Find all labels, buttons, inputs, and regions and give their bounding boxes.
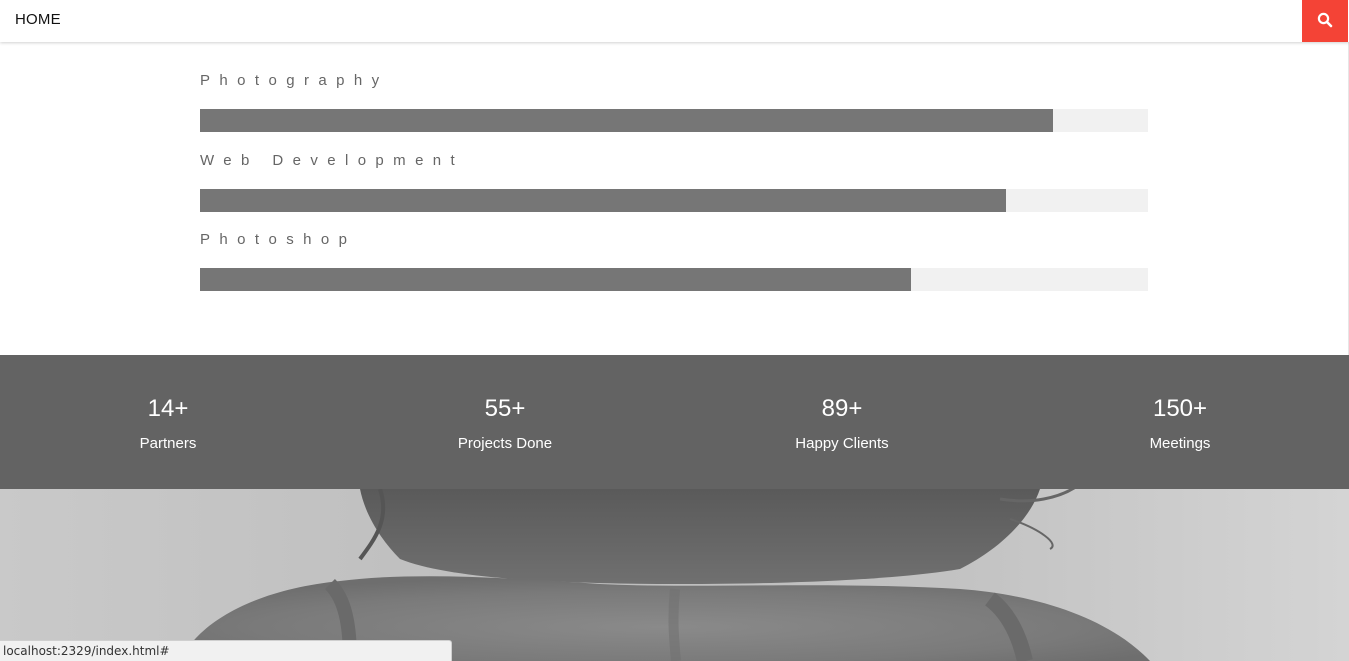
stat-label: Meetings [1149,435,1211,452]
top-navbar: HOME [0,0,1349,42]
browser-status-url: localhost:2329/index.html# [0,640,452,661]
skill-label: Photography [200,72,389,89]
nav-home-link[interactable]: HOME [15,11,61,28]
skill-label: Photoshop [200,231,357,248]
stat-number: 89+ [821,395,863,422]
skill-item-photography: Photography [200,42,1148,132]
search-button[interactable] [1302,0,1348,42]
skill-progress-fill [200,268,911,291]
stat-number: 14+ [147,395,189,422]
skill-item-web-development: Web Development [200,122,1148,212]
stat-label: Happy Clients [795,435,889,452]
skill-item-photoshop: Photoshop [200,202,1148,291]
stat-number: 150+ [1152,395,1208,422]
hero-photo [180,489,1150,661]
skill-label: Web Development [200,152,465,169]
stats-section: 14+ Partners 55+ Projects Done 89+ Happy… [0,355,1349,489]
hero-background-image [0,489,1349,661]
skills-section: Photography Web Development Photoshop [200,42,1148,291]
stat-label: Partners [139,435,197,452]
stat-number: 55+ [484,395,526,422]
skill-progress-track [200,268,1148,291]
stat-label: Projects Done [457,435,553,452]
search-icon [1317,12,1333,31]
